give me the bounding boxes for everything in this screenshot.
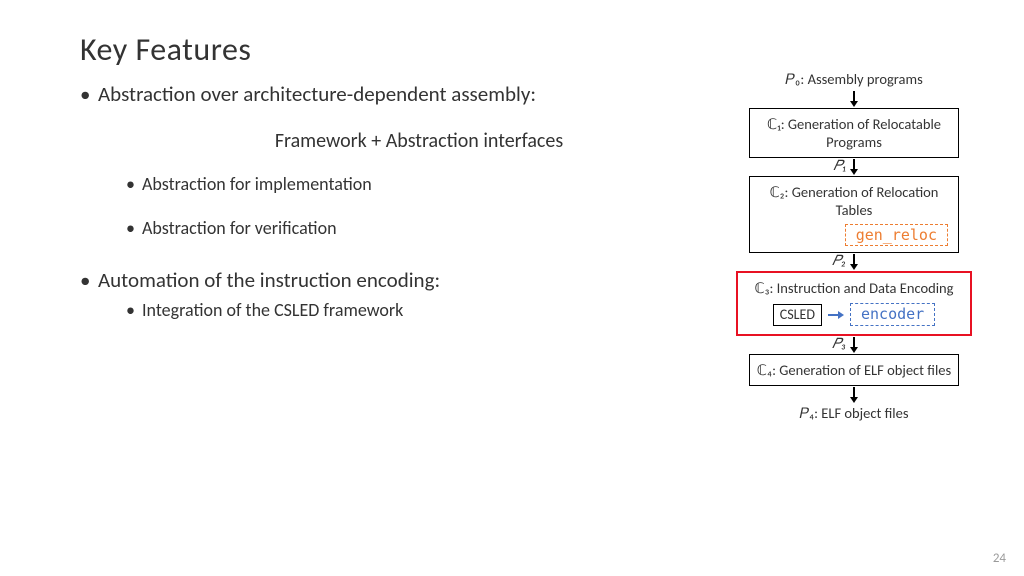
bullet-text: Automation of the instruction encoding:	[98, 267, 440, 293]
bullet-verif: Abstraction for verification	[126, 217, 700, 239]
encoder-box: encoder	[850, 303, 935, 326]
csled-box: CSLED	[773, 304, 822, 326]
text-column: Abstraction over architecture-dependent …	[80, 81, 700, 331]
box-c1: ℂ₁: Generation of Relocatable Programs	[749, 108, 959, 158]
subheading-framework: Framework + Abstraction interfaces	[138, 129, 700, 153]
slide-content: Abstraction over architecture-dependent …	[80, 81, 1024, 331]
diagram-column: 𝑃₀: Assembly programs ℂ₁: Generation of …	[724, 70, 984, 424]
bullet-abstraction: Abstraction over architecture-dependent …	[80, 81, 700, 239]
box-c4: ℂ₄: Generation of ELF object files	[749, 354, 959, 386]
gen-reloc-box: gen_reloc	[845, 224, 948, 247]
node-p0: 𝑃₀: Assembly programs	[785, 70, 923, 88]
bullet-automation: Automation of the instruction encoding: …	[80, 267, 700, 321]
label-p3: 𝑃₃	[832, 335, 846, 352]
label-p2: 𝑃₂	[832, 252, 846, 269]
page-number: 24	[993, 551, 1006, 566]
box-c3-highlighted: ℂ₃: Instruction and Data Encoding CSLED …	[736, 271, 972, 336]
box-c2: ℂ₂: Generation of Relocation Tables gen_…	[749, 176, 959, 253]
pipeline-diagram: 𝑃₀: Assembly programs ℂ₁: Generation of …	[724, 70, 984, 424]
arrow	[724, 90, 984, 108]
bullet-impl: Abstraction for implementation	[126, 173, 700, 195]
slide: Key Features Abstraction over architectu…	[0, 0, 1024, 576]
node-p4: 𝑃₄: ELF object files	[799, 404, 908, 422]
bullet-text: Abstraction over architecture-dependent …	[98, 81, 536, 107]
arrow-p3: 𝑃₃	[724, 336, 984, 354]
arrow-p1: 𝑃₁	[724, 158, 984, 176]
arrow-p2: 𝑃₂	[724, 253, 984, 271]
arrow-right-icon	[828, 311, 844, 319]
arrow	[724, 386, 984, 404]
box-c2-text: ℂ₂: Generation of Relocation Tables	[770, 183, 939, 219]
box-c3-text: ℂ₃: Instruction and Data Encoding	[754, 279, 953, 297]
bullet-csled: Integration of the CSLED framework	[126, 299, 700, 321]
slide-title: Key Features	[80, 30, 1024, 69]
label-p1: 𝑃₁	[833, 157, 846, 174]
